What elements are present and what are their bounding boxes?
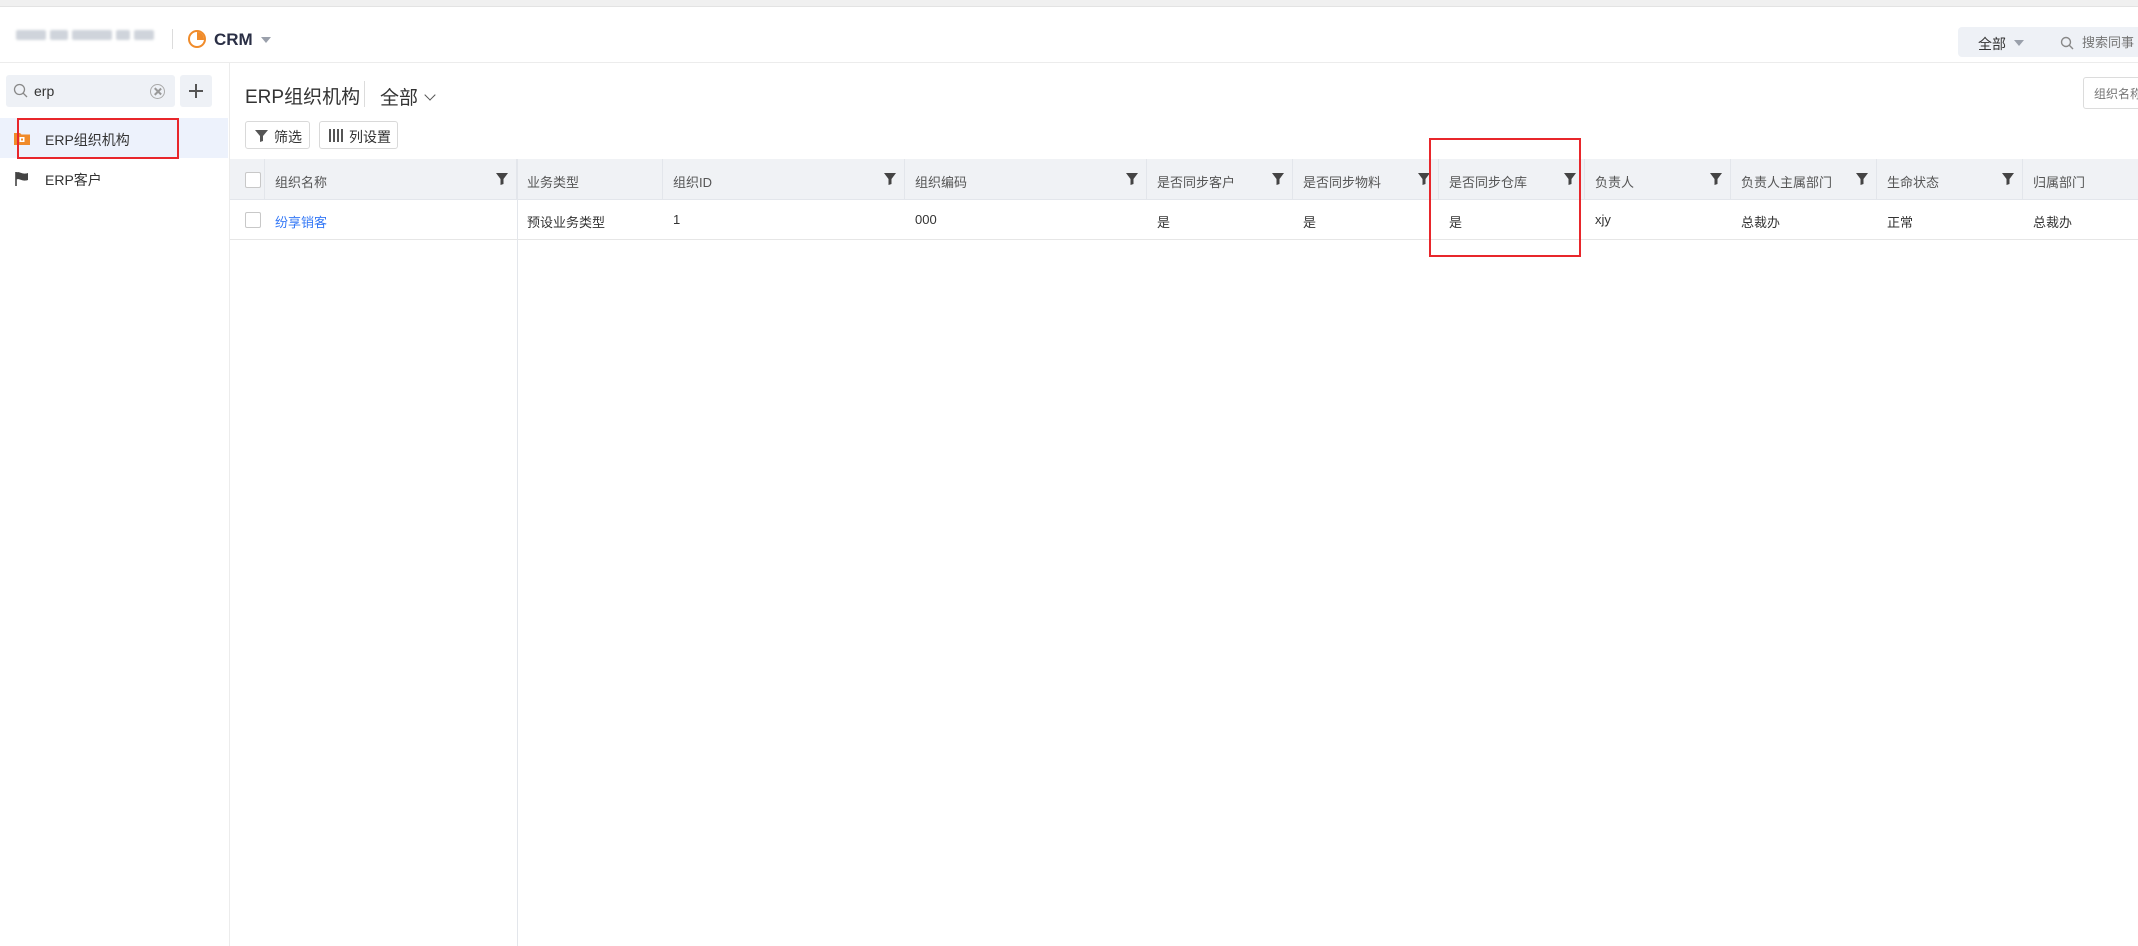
cell-value: xjy xyxy=(1595,212,1611,227)
object-sidebar: ERP组织机构 ERP客户 xyxy=(0,63,230,946)
sidebar-search-box[interactable] xyxy=(6,75,175,107)
column-header-label: 归属部门 xyxy=(2033,175,2086,190)
columns-icon xyxy=(329,129,343,142)
crm-app-icon[interactable] xyxy=(188,30,206,48)
table-cell: 是 xyxy=(1293,200,1439,240)
list-search-box[interactable] xyxy=(2083,77,2138,109)
browser-edge xyxy=(0,0,2138,7)
chevron-down-icon[interactable] xyxy=(424,89,436,101)
cell-value: 1 xyxy=(673,212,681,227)
global-search-box[interactable] xyxy=(2034,27,2138,57)
column-header[interactable]: 是否同步客户 xyxy=(1147,159,1293,200)
column-header[interactable]: 归属部门 xyxy=(2023,159,2138,200)
company-name-blurred xyxy=(16,27,156,43)
sidebar-search-input[interactable] xyxy=(34,81,144,101)
column-header-label: 业务类型 xyxy=(527,175,580,190)
top-navigation-bar: CRM 全部 xyxy=(0,7,2138,63)
column-header-label: 组织名称 xyxy=(275,175,328,190)
cell-value: 总裁办 xyxy=(1741,215,1781,230)
data-table: 组织名称 业务类型 组织ID 组织编码 是否同步客户 是否同步物料 是否同步仓库… xyxy=(230,159,2138,946)
table-cell: 000 xyxy=(905,200,1147,240)
table-cell: 正常 xyxy=(1877,200,2023,240)
filter-icon[interactable] xyxy=(1856,173,1868,185)
search-icon xyxy=(2060,36,2074,50)
column-header-label: 是否同步客户 xyxy=(1157,175,1236,190)
sidebar-item-label: ERP客户 xyxy=(45,172,102,188)
column-header-label: 负责人 xyxy=(1595,175,1635,190)
chevron-down-icon[interactable] xyxy=(261,37,271,43)
list-search-input[interactable] xyxy=(2094,85,2138,103)
cell-value: 是 xyxy=(1303,215,1317,230)
row-select-cell xyxy=(230,200,265,240)
column-header[interactable]: 负责人 xyxy=(1585,159,1731,200)
table-cell: 预设业务类型 xyxy=(517,200,663,240)
divider xyxy=(172,29,173,49)
annotation-highlight xyxy=(1429,138,1581,257)
header-select-all xyxy=(230,159,265,200)
search-icon xyxy=(13,83,28,98)
column-header[interactable]: 业务类型 xyxy=(517,159,663,200)
flag-icon xyxy=(15,172,28,186)
filter-icon[interactable] xyxy=(884,173,896,185)
search-scope-dropdown[interactable]: 全部 xyxy=(1958,27,2034,57)
cell-value: 预设业务类型 xyxy=(527,215,606,230)
column-header-label: 组织ID xyxy=(673,175,713,190)
filter-icon[interactable] xyxy=(1126,173,1138,185)
annotation-highlight xyxy=(17,118,179,159)
column-header-label: 组织编码 xyxy=(915,175,968,190)
table-cell: 是 xyxy=(1147,200,1293,240)
column-header-label: 是否同步物料 xyxy=(1303,175,1382,190)
column-header[interactable]: 组织名称 xyxy=(265,159,517,200)
row-checkbox[interactable] xyxy=(245,212,261,228)
column-header-label: 负责人主属部门 xyxy=(1741,175,1833,190)
page-title: ERP组织机构 xyxy=(245,87,361,108)
filter-icon[interactable] xyxy=(1272,173,1284,185)
column-settings-button[interactable]: 列设置 xyxy=(319,121,398,149)
cell-value: 总裁办 xyxy=(2033,215,2073,230)
filter-icon[interactable] xyxy=(2002,173,2014,185)
divider xyxy=(364,81,365,107)
filter-icon[interactable] xyxy=(1710,173,1722,185)
view-selector[interactable]: 全部 xyxy=(380,83,418,110)
frozen-column-divider xyxy=(517,159,518,946)
table-cell: 总裁办 xyxy=(2023,200,2138,240)
sidebar-item-erp-customer[interactable]: ERP客户 xyxy=(0,158,228,198)
table-cell: 总裁办 xyxy=(1731,200,1877,240)
filter-button-label: 筛选 xyxy=(274,129,302,145)
add-object-button[interactable] xyxy=(180,75,212,107)
filter-button[interactable]: 筛选 xyxy=(245,121,310,149)
chevron-down-icon xyxy=(2014,40,2024,46)
column-header-label: 生命状态 xyxy=(1887,175,1940,190)
cell-value: 是 xyxy=(1157,215,1171,230)
filter-icon[interactable] xyxy=(496,173,508,185)
table-cell: 1 xyxy=(663,200,905,240)
table-cell: xjy xyxy=(1585,200,1731,240)
column-header[interactable]: 生命状态 xyxy=(1877,159,2023,200)
column-header[interactable]: 组织ID xyxy=(663,159,905,200)
column-header[interactable]: 是否同步物料 xyxy=(1293,159,1439,200)
cell-value: 正常 xyxy=(1887,215,1914,230)
column-header[interactable]: 组织编码 xyxy=(905,159,1147,200)
select-all-checkbox[interactable] xyxy=(245,172,261,188)
app-switcher-label[interactable]: CRM xyxy=(214,30,253,50)
clear-icon[interactable] xyxy=(150,84,165,99)
column-header[interactable]: 负责人主属部门 xyxy=(1731,159,1877,200)
column-settings-label: 列设置 xyxy=(349,129,391,145)
global-search-input[interactable] xyxy=(2082,32,2138,52)
table-cell[interactable]: 纷享销客 xyxy=(265,200,517,240)
cell-value: 000 xyxy=(915,212,937,227)
filter-icon xyxy=(255,130,268,142)
main-content: ERP组织机构 全部 筛选 列设置 组织名称 业务类型 xyxy=(230,63,2138,946)
search-scope-label: 全部 xyxy=(1978,36,2006,52)
record-name-link[interactable]: 纷享销客 xyxy=(275,212,327,231)
